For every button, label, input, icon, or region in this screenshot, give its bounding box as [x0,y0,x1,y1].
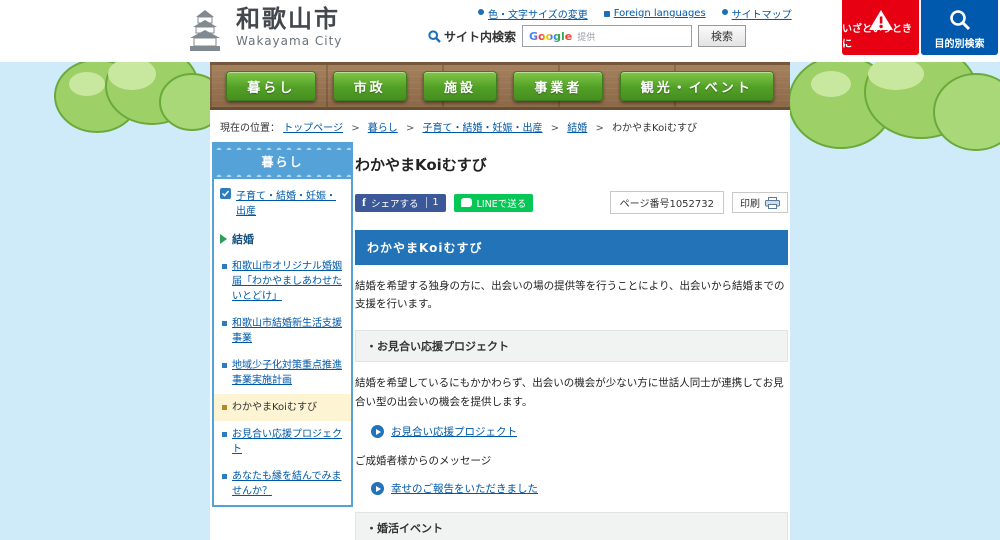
section-heading-konkatsu-event: ・婚活イベント [355,512,788,540]
sidebar-section-kekkon[interactable]: 結婚 [214,225,351,253]
breadcrumb-label: 現在の位置： [220,123,280,134]
sidebar-item-koimusubi-current[interactable]: わかやまKoiむすび [214,394,351,421]
sidebar-item-shoshika-taisaku[interactable]: 地域少子化対策重点推進事業実施計画 [214,352,351,394]
facebook-icon: f [362,195,366,209]
print-label: 印刷 [740,199,760,210]
page-title: わかやまKoiむすび [355,156,487,174]
nav-jigyosha[interactable]: 事業者 [513,71,604,101]
content-area: 現在の位置： トップページ > 暮らし > 子育て・結婚・妊娠・出産 > 結婚 … [210,110,790,540]
breadcrumb-link-kekkon[interactable]: 結婚 [567,123,587,134]
breadcrumb-link-kurashi[interactable]: 暮らし [368,123,398,134]
site-header: 和歌山市 Wakayama City 色・文字サイズの変更 Foreign la… [0,0,1000,62]
purpose-search-button[interactable]: 目的別検索 [921,0,998,55]
omiai-project-link[interactable]: お見合い応援プロジェクト [391,424,517,439]
breadcrumb-link-kosodate[interactable]: 子育て・結婚・妊娠・出産 [423,123,543,134]
warning-icon [868,10,893,30]
sidebar-title: 暮らし [214,144,351,179]
main-nav: 暮らし 市政 施設 事業者 観光・イベント [210,62,790,110]
share-row: f シェアする 1 LINEで送る ページ番号1052732 印刷 [355,191,788,214]
search-submit-button[interactable]: 検索 [698,25,747,47]
search-icon [428,29,441,43]
link-text-size[interactable]: 色・文字サイズの変更 [478,6,588,21]
message-label: ご成婚者様からのメッセージ [355,455,492,468]
arrow-circle-icon [371,482,384,496]
line-share-label: LINEで送る [476,198,527,210]
main-content: わかやまKoiむすび f シェアする 1 LINEで送る ページ番号105273… [355,142,788,540]
site-search-input[interactable]: Google 提供 [522,25,693,47]
omiai-project-link-row: お見合い応援プロジェクト [371,424,788,439]
facebook-share-label: シェアする [371,198,419,210]
page-meta: ページ番号1052732 印刷 [609,191,788,214]
breadcrumb-current: わかやまKoiむすび [612,123,698,134]
magnifier-icon [949,10,970,31]
sidebar-item-shinseikatsu-shien[interactable]: 和歌山市結婚新生活支援事業 [214,310,351,352]
breadcrumb: 現在の位置： トップページ > 暮らし > 子育て・結婚・妊娠・出産 > 結婚 … [220,123,698,134]
sidebar-item-original-konintodoke[interactable]: 和歌山市オリジナル婚姻届「わかやましあわせたいとどけ」 [214,253,351,310]
printer-icon [765,196,780,209]
site-search: サイト内検索 Google 提供 検索 [428,25,747,47]
google-provided-label: 提供 [577,32,596,43]
link-foreign-languages[interactable]: Foreign languages [603,8,706,19]
line-icon [460,198,472,207]
article-intro: 結婚を希望する独身の方に、出会いの場の提供等を行うことにより、出会いから結婚まで… [355,280,785,310]
section-heading-omiai: ・お見合い応援プロジェクト [355,329,788,362]
breadcrumb-link-home[interactable]: トップページ [283,123,343,134]
sidebar: 暮らし 子育て・結婚・妊娠・出産 結婚 和歌山市オリジナル婚姻届「わかやましあわ… [212,142,353,507]
facebook-share-count: 1 [425,197,439,208]
link-sitemap[interactable]: サイトマップ [721,6,792,21]
purpose-search-label: 目的別検索 [934,39,985,50]
nav-kurashi[interactable]: 暮らし [226,71,317,101]
nav-shisetsu[interactable]: 施設 [422,71,497,101]
google-logo: Google [529,29,573,43]
sidebar-item-en-musubi[interactable]: あなたも縁を結んでみませんか？ [214,463,351,505]
page: 和歌山市 Wakayama City 色・文字サイズの変更 Foreign la… [0,0,1000,540]
utility-links: 色・文字サイズの変更 Foreign languages サイトマップ [478,6,792,21]
section-omiai-body: 結婚を希望しているにもかかわらず、出会いの機会が少ない方に世話人同士が連携してお… [355,376,784,408]
happiness-report-link[interactable]: 幸せのご報告をいただきました [391,481,538,496]
sidebar-parent-link[interactable]: 子育て・結婚・妊娠・出産 [214,179,351,225]
check-icon [220,188,231,199]
nav-shisei[interactable]: 市政 [332,71,407,101]
article-heading: わかやまKoiむすび [355,230,788,265]
page-number: ページ番号1052732 [609,191,724,214]
castle-logo-icon [190,10,220,51]
site-search-label: サイト内検索 [428,28,516,45]
site-title: 和歌山市 [236,5,340,33]
facebook-share-button[interactable]: f シェアする 1 [355,193,446,212]
print-button[interactable]: 印刷 [732,192,788,213]
nav-kanko-event[interactable]: 観光・イベント [619,71,774,101]
arrow-circle-icon [371,425,384,439]
happiness-report-link-row: 幸せのご報告をいただきました [371,481,788,496]
sidebar-item-omiai-project[interactable]: お見合い応援プロジェクト [214,421,351,463]
emergency-button[interactable]: いざというときに [842,0,919,55]
site-logo[interactable]: 和歌山市 Wakayama City [182,6,342,52]
line-share-button[interactable]: LINEで送る [453,193,534,212]
site-title-en: Wakayama City [236,34,343,49]
